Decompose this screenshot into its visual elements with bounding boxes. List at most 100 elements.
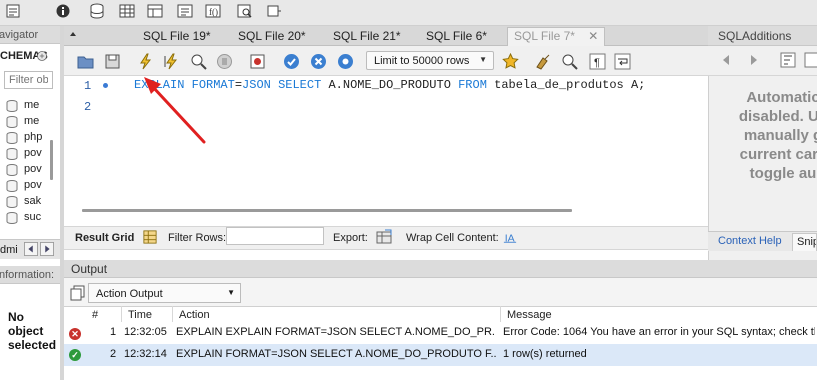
table-add-icon[interactable]	[119, 3, 135, 19]
word-wrap-icon[interactable]	[614, 53, 631, 70]
sql-text: A.NOME_DO_PRODUTO	[321, 78, 459, 92]
schema-item[interactable]: php	[6, 130, 56, 146]
auto-help-message: Automatic disabled. Us manually g curren…	[718, 88, 817, 183]
search-table-icon[interactable]	[237, 3, 253, 19]
tab-scroll-up-icon[interactable]	[68, 29, 78, 39]
tab-sql-file-7[interactable]: SQL File 7* ✕	[507, 27, 606, 46]
schema-name: sak	[24, 195, 42, 207]
beautify-star-icon[interactable]	[502, 53, 519, 70]
execute-lightning-icon[interactable]	[137, 53, 154, 70]
limit-rows-select[interactable]: Limit to 50000 rows ▼	[366, 51, 494, 70]
reconnect-icon[interactable]	[266, 3, 282, 19]
filter-objects-input[interactable]	[4, 71, 53, 89]
view-add-icon[interactable]	[147, 3, 163, 19]
output-type-value: Action Output	[96, 288, 163, 300]
snippets-tab[interactable]: Snip	[792, 233, 817, 251]
schema-item[interactable]: me	[6, 98, 56, 114]
find-icon[interactable]	[561, 53, 578, 70]
function-add-icon[interactable]: f()	[205, 3, 221, 19]
schema-item[interactable]: pov	[6, 162, 56, 178]
save-icon[interactable]	[104, 53, 121, 70]
export-icon[interactable]	[376, 229, 392, 245]
scroll-left-icon[interactable]	[24, 242, 38, 256]
schema-name: pov	[24, 147, 42, 159]
no-object-line: selected	[8, 338, 57, 352]
wrap-cell-label: Wrap Cell Content:	[406, 232, 499, 244]
grid-icon[interactable]	[143, 230, 157, 244]
schema-item[interactable]: pov	[6, 178, 56, 194]
navigator-scrollbar[interactable]	[50, 140, 53, 180]
stop-icon[interactable]	[216, 53, 233, 70]
database-icon	[6, 212, 18, 224]
line-number: 2	[84, 100, 92, 114]
filter-rows-input[interactable]	[226, 227, 324, 245]
schema-item[interactable]: me	[6, 114, 56, 130]
sql-file-icon[interactable]	[6, 3, 22, 19]
output-type-select[interactable]: Action Output ▼	[88, 283, 241, 303]
auto-help-line: disabled. Us	[738, 108, 817, 125]
tab-sql-file-20[interactable]: SQL File 20*	[238, 29, 306, 47]
sql-code-line[interactable]: EXPLAIN FORMAT=JSON SELECT A.NOME_DO_PRO…	[134, 78, 645, 92]
execute-current-icon[interactable]	[163, 53, 180, 70]
sql-additions-title: SQLAdditions	[718, 29, 792, 43]
scroll-right-icon[interactable]	[40, 242, 54, 256]
wrap-text-icon[interactable]: IA	[503, 230, 517, 244]
export-label: Export:	[333, 232, 368, 244]
forward-icon[interactable]	[748, 54, 760, 66]
column-header-action[interactable]: Action	[179, 309, 210, 321]
administration-tab[interactable]: dmi	[0, 244, 18, 256]
filter-rows-label: Filter Rows:	[168, 232, 227, 244]
db-add-icon[interactable]	[89, 3, 105, 19]
copy-output-icon[interactable]	[70, 285, 86, 301]
schema-name: me	[24, 115, 40, 127]
tab-sql-file-7-label: SQL File 7*	[514, 29, 575, 43]
column-header-num[interactable]: #	[92, 309, 98, 321]
editor-horizontal-scrollbar[interactable]	[82, 209, 572, 212]
chevron-down-icon: ▼	[479, 55, 487, 64]
context-help-tab[interactable]: Context Help	[718, 235, 782, 247]
column-divider[interactable]	[121, 306, 122, 322]
table-row[interactable]: ✓ 2 12:32:14 EXPLAIN FORMAT=JSON SELECT …	[64, 344, 817, 366]
column-divider[interactable]	[172, 306, 173, 322]
explain-magnifier-icon[interactable]	[190, 53, 207, 70]
sql-text: tabela_de_produtos A;	[486, 78, 646, 92]
row-time: 12:32:14	[124, 348, 167, 360]
broom-icon[interactable]	[534, 53, 551, 70]
database-icon	[6, 196, 18, 208]
tab-sql-file-21[interactable]: SQL File 21*	[333, 29, 401, 47]
invisible-chars-icon[interactable]: ¶	[589, 53, 606, 70]
tab-sql-file-6[interactable]: SQL File 6*	[426, 29, 487, 47]
database-icon	[6, 100, 18, 112]
rollback-icon[interactable]	[310, 53, 327, 70]
result-grid-label[interactable]: Result Grid	[75, 232, 134, 244]
commit-icon[interactable]	[283, 53, 300, 70]
tab-sql-file-19[interactable]: SQL File 19*	[143, 29, 211, 47]
schema-item[interactable]: suc	[6, 210, 56, 226]
no-object-line: No	[8, 310, 24, 324]
navigator-header: avigator	[0, 26, 60, 44]
auto-help-icon[interactable]	[780, 52, 796, 68]
output-title: Output	[71, 262, 108, 276]
info-icon[interactable]	[55, 3, 71, 19]
table-row[interactable]: ✕ 1 12:32:05 EXPLAIN EXPLAIN FORMAT=JSON…	[64, 322, 817, 344]
database-icon	[6, 116, 18, 128]
row-action: EXPLAIN EXPLAIN FORMAT=JSON SELECT A.NOM…	[176, 326, 496, 338]
schemas-refresh-icon[interactable]	[36, 50, 48, 62]
open-file-icon[interactable]	[77, 53, 94, 70]
sql-keyword: JSON	[242, 78, 271, 92]
column-divider[interactable]	[500, 306, 501, 322]
column-header-message[interactable]: Message	[507, 309, 552, 321]
svg-text:¶: ¶	[594, 57, 600, 69]
schema-name: pov	[24, 163, 42, 175]
tab-close-icon[interactable]: ✕	[588, 29, 598, 43]
schema-name: me	[24, 99, 40, 111]
column-header-time[interactable]: Time	[128, 309, 152, 321]
annotation-arrow	[144, 77, 206, 144]
schema-item[interactable]: sak	[6, 194, 56, 210]
back-icon[interactable]	[720, 54, 732, 66]
procedure-add-icon[interactable]	[177, 3, 193, 19]
refresh-help-icon[interactable]	[804, 52, 817, 68]
toggle-error-icon[interactable]	[249, 53, 266, 70]
auto-commit-icon[interactable]	[337, 53, 354, 70]
schema-item[interactable]: pov	[6, 146, 56, 162]
